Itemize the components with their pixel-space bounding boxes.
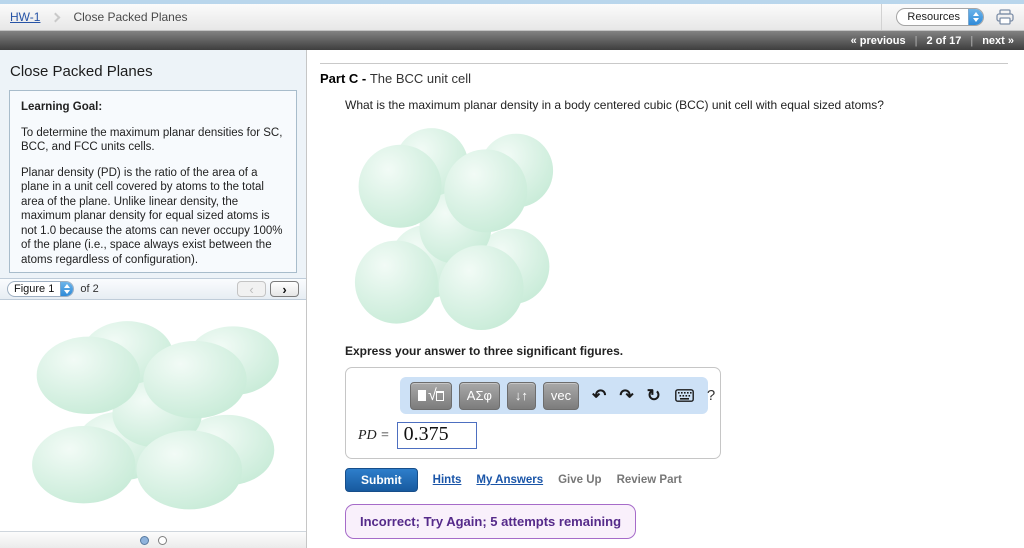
template-square-icon [418, 390, 426, 401]
part-c-title: The BCC unit cell [369, 71, 471, 86]
figure-pagination [0, 531, 306, 548]
feedback-message: Incorrect; Try Again; 5 attempts remaini… [345, 504, 637, 539]
figure-1-image [0, 300, 306, 548]
figure-prev-button: ‹ [237, 281, 266, 297]
item-sidebar: Close Packed Planes Learning Goal: To de… [0, 50, 307, 548]
breadcrumb: HW-1 Close Packed Planes Resources [0, 4, 1024, 31]
answer-input[interactable] [396, 422, 477, 449]
submit-button[interactable]: Submit [345, 468, 418, 492]
breadcrumb-item-title: Close Packed Planes [73, 10, 188, 24]
part-c-panel: Part C - The BCC unit cell What is the m… [307, 50, 1024, 548]
figure-select[interactable]: Figure 1 [7, 281, 75, 297]
breadcrumb-assignment-link[interactable]: HW-1 [10, 10, 40, 24]
select-stepper-icon [968, 9, 983, 25]
assignment-nav-bar: « previous | 2 of 17 | next » [0, 31, 1024, 50]
review-part-link[interactable]: Review Part [617, 474, 682, 486]
keyboard-icon[interactable] [675, 389, 694, 402]
vector-button[interactable]: vec [542, 381, 580, 410]
breadcrumb-chevron-icon [51, 12, 61, 22]
topbar-tools: Resources [881, 4, 1014, 30]
figure-selector-bar: Figure 1 of 2 ‹ › [0, 278, 306, 300]
figure-dot-2[interactable] [157, 535, 167, 545]
answer-row: PD = [355, 422, 711, 449]
learning-goal-heading: Learning Goal: [21, 101, 103, 113]
learning-goal-box: Learning Goal: To determine the maximum … [9, 90, 297, 273]
nav-separator: | [970, 34, 974, 47]
learning-goal-paragraph: To determine the maximum planar densitie… [21, 126, 283, 154]
learning-goal-paragraph: Planar density (PD) is the ratio of the … [21, 166, 283, 266]
redo-icon[interactable]: ↷ [619, 387, 633, 404]
nav-separator: | [914, 34, 918, 47]
figure-count-label: of 2 [80, 283, 99, 295]
figure-dot-1[interactable] [139, 535, 149, 545]
answer-module: √ ΑΣφ ↓↑ vec ↶ ↷ ↻ ? PD = 0.375 [345, 367, 721, 459]
figure-next-button[interactable]: › [270, 281, 299, 297]
select-stepper-icon [60, 282, 74, 296]
resources-dropdown-value: Resources [907, 11, 960, 23]
express-instruction: Express your answer to three significant… [345, 344, 624, 358]
give-up-link[interactable]: Give Up [558, 474, 601, 486]
templates-button[interactable]: √ [410, 381, 452, 410]
part-c-label: Part C - [320, 71, 370, 86]
print-icon[interactable] [996, 9, 1014, 25]
resources-dropdown[interactable]: Resources [896, 8, 984, 26]
next-button[interactable]: next » [982, 35, 1014, 47]
page-indicator: 2 of 17 [926, 34, 962, 47]
part-c-question: What is the maximum planar density in a … [345, 98, 884, 112]
undo-icon[interactable]: ↶ [592, 387, 606, 404]
my-answers-link[interactable]: My Answers [476, 474, 543, 486]
hints-link[interactable]: Hints [433, 474, 462, 486]
bcc-unit-cell-image [342, 116, 1008, 338]
part-c-header: Part C - The BCC unit cell [320, 71, 1008, 86]
answer-actions: Submit Hints My Answers Give Up Review P… [345, 468, 1008, 492]
answer-variable-label: PD = [358, 427, 390, 443]
reset-icon[interactable]: ↻ [647, 387, 661, 404]
section-divider [320, 63, 1008, 64]
item-title: Close Packed Planes [10, 63, 153, 80]
help-icon[interactable]: ? [707, 388, 715, 403]
equation-toolbar: √ ΑΣφ ↓↑ vec ↶ ↷ ↻ ? [400, 377, 715, 414]
previous-button[interactable]: « previous [851, 35, 906, 47]
template-box-icon [435, 390, 444, 401]
figure-select-value: Figure 1 [14, 283, 55, 295]
undo-redo-arrows-button[interactable]: ↓↑ [506, 381, 536, 410]
greek-symbols-button[interactable]: ΑΣφ [458, 381, 500, 410]
